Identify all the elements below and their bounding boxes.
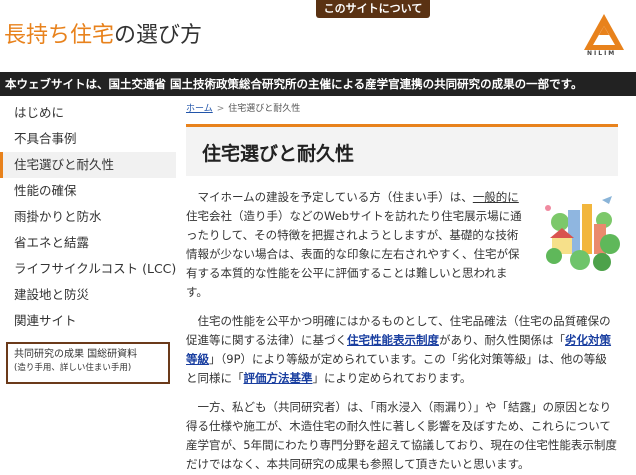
housing-performance-link[interactable]: 住宅性能表示制度 xyxy=(347,333,439,347)
p1-text-c: 住宅会社（造り手）などのWebサイトを訪れたり住宅展示場に通ったりして、その特徴… xyxy=(186,209,522,299)
research-results-sub: (造り手用、詳しい住まい手用) xyxy=(14,363,132,373)
sidebar-item-performance[interactable]: 性能の確保 xyxy=(0,178,176,204)
sidebar-item-housing-durability[interactable]: 住宅選びと耐久性 xyxy=(0,152,176,178)
main-content: マイホームの建設を予定している方（住まい手）は、一般的に住宅会社（造り手）などの… xyxy=(186,188,618,475)
breadcrumb-current: 住宅選びと耐久性 xyxy=(228,104,301,114)
breadcrumb-separator: > xyxy=(216,104,225,114)
logo-text: NILIM xyxy=(587,50,617,57)
sidebar-item-defect-cases[interactable]: 不具合事例 xyxy=(0,126,176,152)
breadcrumb-home-link[interactable]: ホーム xyxy=(186,104,213,114)
p1-text-a: マイホームの建設を予定している方（住まい手）は、 xyxy=(197,190,473,204)
notice-bar: 本ウェブサイトは、国土交通省 国土技術政策総合研究所の主催による産学官連携の共同… xyxy=(0,72,636,96)
about-site-tab[interactable]: このサイトについて xyxy=(316,0,430,18)
sidebar-item-energy-condensation[interactable]: 省エネと結露 xyxy=(0,230,176,256)
research-results-link[interactable]: 共同研究の成果 国総研資料 xyxy=(14,348,162,362)
page-heading-box: 住宅選びと耐久性 xyxy=(186,124,618,176)
sidebar-item-introduction[interactable]: はじめに xyxy=(0,100,176,126)
performance-paragraph: 住宅の性能を公平かつ明確にはかるものとして、住宅品確法（住宅の品質確保の促進等に… xyxy=(186,312,618,388)
sidebar-item-rain-waterproofing[interactable]: 雨掛かりと防水 xyxy=(0,204,176,230)
site-title-highlight: 長持ち住宅 xyxy=(4,23,115,48)
p2-text-b: があり、耐久性関係は「 xyxy=(439,333,566,347)
research-results-box[interactable]: 共同研究の成果 国総研資料 (造り手用、詳しい住まい手用) xyxy=(6,342,170,384)
sidebar-nav: はじめに 不具合事例 住宅選びと耐久性 性能の確保 雨掛かりと防水 省エネと結露… xyxy=(0,100,176,334)
breadcrumb: ホーム > 住宅選びと耐久性 xyxy=(186,101,300,114)
p1-underline: 一般的に xyxy=(472,190,519,204)
p2-text-d: 」により定められております。 xyxy=(312,371,472,385)
page-title: 住宅選びと耐久性 xyxy=(202,143,355,165)
sidebar-item-lcc[interactable]: ライフサイクルコスト (LCC) xyxy=(0,256,176,282)
site-title[interactable]: 長持ち住宅の選び方 xyxy=(4,20,202,52)
research-paragraph: 一方、私ども（共同研究者）は、「雨水浸入（雨漏り）」や「結露」の原因となり得る仕… xyxy=(186,400,617,471)
site-title-rest: の選び方 xyxy=(114,23,203,48)
sidebar-item-site-disaster[interactable]: 建設地と防災 xyxy=(0,282,176,308)
evaluation-standard-link[interactable]: 評価方法基準 xyxy=(244,371,313,385)
sidebar-item-related-sites[interactable]: 関連サイト xyxy=(0,308,176,334)
intro-paragraph: マイホームの建設を予定している方（住まい手）は、一般的に住宅会社（造り手）などの… xyxy=(186,188,618,302)
